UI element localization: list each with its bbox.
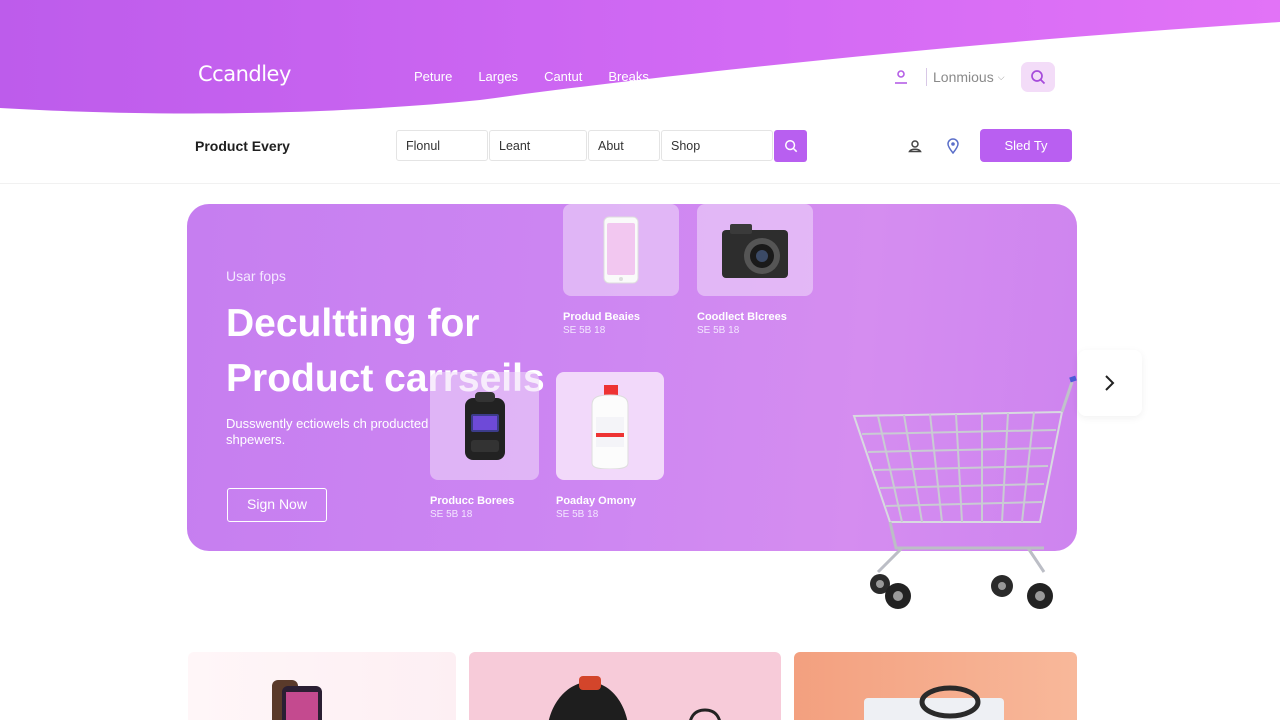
product-name: Producc Borees [430, 495, 515, 507]
hero-title-line-1: Decultting for [226, 302, 480, 345]
filter-field-leant[interactable]: Leant [489, 130, 587, 161]
top-nav-item-larges[interactable]: Larges [478, 69, 518, 84]
product-name: Poaday Omony [556, 495, 637, 507]
account-icon[interactable] [905, 136, 925, 156]
sign-now-button[interactable]: Sign Now [227, 488, 327, 522]
top-nav-item-peture[interactable]: Peture [414, 69, 452, 84]
product-price: SE 5B 18 [430, 509, 473, 520]
location-pin-icon[interactable] [943, 136, 963, 156]
product-price: SE 5B 18 [556, 509, 599, 520]
backpack-product-image [548, 676, 721, 720]
top-nav-item-cantut[interactable]: Cantut [544, 69, 582, 84]
top-right-controls: Lonmious ⌵ [890, 62, 1055, 92]
product-card[interactable]: Producc Borees SE 5B 18 [430, 372, 539, 520]
search-icon [784, 140, 797, 153]
subheader-icons [905, 136, 963, 156]
product-image-backpack [430, 372, 539, 480]
user-icon[interactable] [890, 66, 912, 88]
product-name: Coodlect Blcrees [697, 311, 787, 323]
language-select[interactable]: Lonmious ⌵ [933, 69, 1005, 85]
product-price: SE 5B 18 [563, 325, 606, 336]
carousel-next-button[interactable] [1078, 350, 1142, 416]
product-name: Produd Beaies [563, 311, 641, 323]
filter-field-shop[interactable]: Shop [661, 130, 773, 161]
top-search-button[interactable] [1020, 62, 1055, 92]
phone-product-image [272, 680, 322, 720]
signup-button[interactable]: Sled Ty [980, 129, 1072, 162]
subheader-bar: Product Every Flonul Leant Abut Shop Sle… [0, 128, 1280, 184]
header-wave-background [0, 0, 1280, 114]
page-title: Product Every [195, 138, 290, 154]
featured-card-backpack[interactable] [469, 652, 781, 720]
divider [926, 68, 927, 86]
product-price: SE 5B 18 [697, 325, 740, 336]
watch-product-image [864, 685, 1004, 720]
product-image-camera [697, 204, 813, 296]
filter-search-group: Flonul Leant Abut Shop [396, 130, 807, 162]
hero-kicker: Usar fops [226, 268, 286, 284]
filter-field-abut[interactable]: Abut [588, 130, 660, 161]
brand-logo[interactable]: Ccandley [198, 62, 291, 86]
featured-card-phone[interactable] [188, 652, 456, 720]
chevron-right-icon [1105, 375, 1115, 391]
featured-card-watch[interactable] [794, 652, 1077, 720]
product-card[interactable]: Poaday Omony SE 5B 18 [556, 372, 664, 520]
language-label: Lonmious [933, 69, 994, 85]
top-nav-item-breaks[interactable]: Breaks [608, 69, 648, 84]
search-button[interactable] [774, 130, 807, 162]
top-nav: Peture Larges Cantut Breaks [414, 69, 649, 84]
chevron-down-icon: ⌵ [997, 71, 1005, 82]
product-image-bottle [556, 372, 664, 480]
product-card[interactable]: Produd Beaies SE 5B 18 [563, 204, 679, 336]
product-card[interactable]: Coodlect Blcrees SE 5B 18 [697, 204, 813, 336]
filter-field-flonul[interactable]: Flonul [396, 130, 488, 161]
product-image-phone [563, 204, 679, 296]
shopping-cart-icon [852, 375, 1077, 609]
search-icon [1030, 70, 1045, 85]
